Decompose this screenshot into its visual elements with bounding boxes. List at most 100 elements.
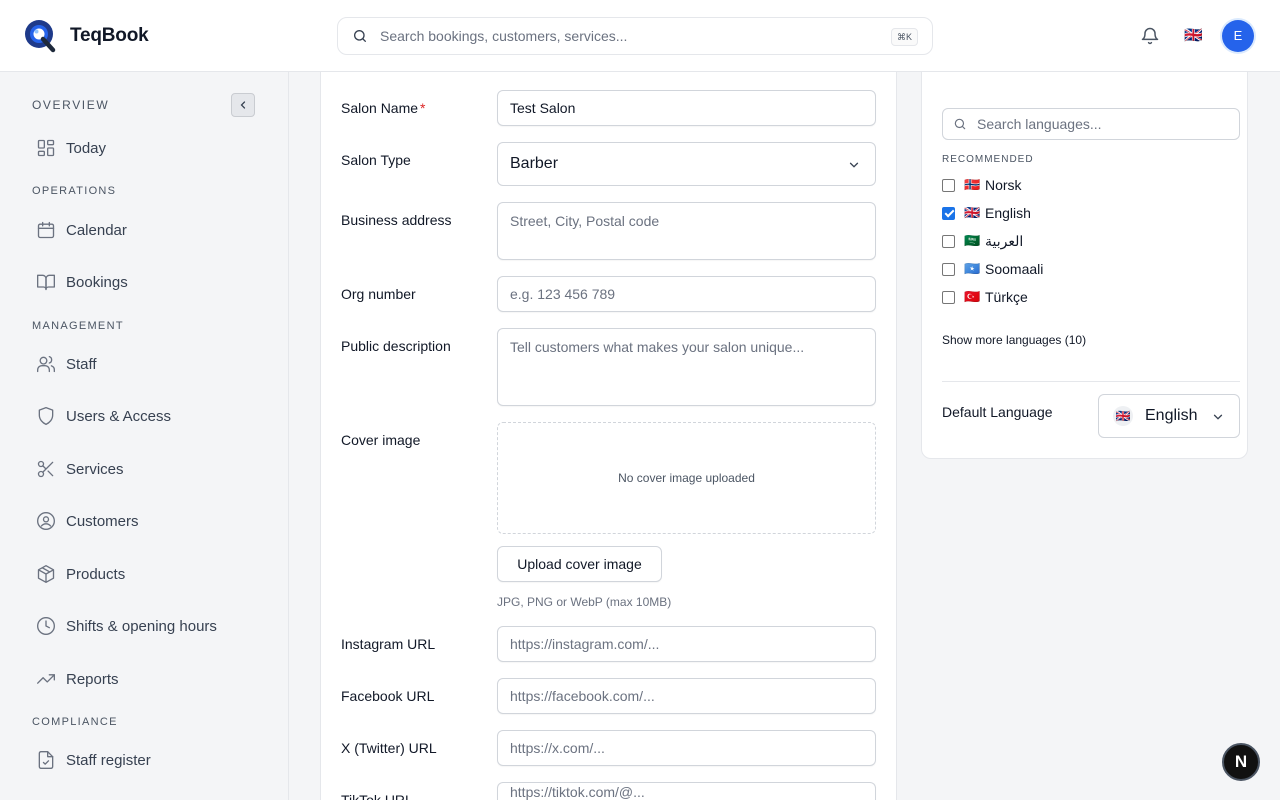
cover-image-dropzone[interactable]: No cover image uploaded	[497, 422, 876, 534]
default-language-select[interactable]: 🇬🇧 English	[1098, 394, 1240, 438]
sidebar-item-today[interactable]: Today	[36, 136, 106, 160]
flag-icon: 🇸🇴	[964, 261, 981, 276]
language-option-english[interactable]: 🇬🇧 English	[942, 205, 1031, 221]
language-search-input[interactable]	[977, 116, 1227, 132]
chevron-down-icon	[849, 162, 859, 168]
sidebar-section-overview: OVERVIEW	[32, 98, 110, 112]
org-number-label: Org number	[341, 286, 416, 302]
sidebar-item-label: Services	[66, 460, 124, 478]
language-option-turkish[interactable]: 🇹🇷 Türkçe	[942, 289, 1028, 305]
public-description-field[interactable]	[497, 328, 876, 406]
sidebar-item-label: Staff	[66, 355, 97, 373]
sidebar-item-label: Calendar	[66, 221, 127, 239]
users-icon	[37, 356, 56, 373]
default-language-value: English	[1145, 407, 1198, 424]
instagram-url-input[interactable]	[497, 626, 876, 662]
sidebar-item-shifts[interactable]: Shifts & opening hours	[36, 614, 217, 638]
dev-tools-badge[interactable]: N	[1222, 743, 1260, 781]
sidebar-item-customers[interactable]: Customers	[36, 509, 139, 533]
salon-name-input[interactable]	[497, 90, 876, 126]
sidebar-collapse-button[interactable]	[231, 93, 255, 117]
language-option-somali[interactable]: 🇸🇴 Soomaali	[942, 261, 1043, 277]
global-search[interactable]: ⌘K	[337, 17, 933, 55]
user-avatar[interactable]: E	[1222, 20, 1254, 52]
upload-cover-image-button[interactable]: Upload cover image	[497, 546, 662, 582]
tiktok-url-label: TikTok URL	[341, 792, 413, 800]
clock-icon	[37, 617, 55, 635]
business-address-field[interactable]	[497, 202, 876, 260]
sidebar-section-operations: OPERATIONS	[32, 185, 117, 197]
cover-image-empty-text: No cover image uploaded	[618, 471, 755, 485]
file-check-icon	[38, 751, 54, 769]
language-search[interactable]	[942, 108, 1240, 140]
sidebar-item-label: Products	[66, 565, 126, 583]
top-header: TeqBook ⌘K 🇬🇧 E	[0, 0, 1280, 72]
sidebar-item-staff-register[interactable]: Staff register	[36, 748, 151, 772]
divider	[942, 381, 1240, 382]
global-search-input[interactable]	[380, 28, 860, 44]
language-name: English	[985, 205, 1031, 221]
flag-icon: 🇬🇧	[1113, 406, 1133, 426]
language-name: Norsk	[985, 177, 1022, 193]
scissors-icon	[37, 460, 54, 478]
business-address-label: Business address	[341, 212, 452, 228]
package-icon	[37, 565, 55, 583]
sidebar-item-label: Users & Access	[66, 407, 172, 425]
sidebar-item-users-access[interactable]: Users & Access	[36, 404, 171, 428]
trending-up-icon	[37, 674, 55, 684]
language-checkbox[interactable]	[942, 178, 955, 192]
sidebar-item-products[interactable]: Products	[36, 562, 125, 586]
search-icon	[354, 30, 366, 42]
language-flag-button[interactable]: 🇬🇧	[1184, 28, 1203, 44]
org-number-input[interactable]	[497, 276, 876, 312]
sidebar-section-management: MANAGEMENT	[32, 320, 124, 332]
salon-type-select[interactable]: Barber	[497, 142, 876, 186]
public-description-label: Public description	[341, 338, 451, 354]
salon-type-label: Salon Type	[341, 152, 411, 168]
sidebar-item-label: Shifts & opening hours	[66, 617, 217, 635]
sidebar-item-label: Today	[66, 139, 107, 157]
chevron-down-icon	[1213, 414, 1223, 420]
language-checkbox[interactable]	[942, 290, 955, 304]
sidebar-item-label: Staff register	[66, 751, 151, 769]
language-option-arabic[interactable]: 🇸🇦 العربية	[942, 233, 1023, 249]
cover-image-hint: JPG, PNG or WebP (max 10MB)	[497, 595, 672, 609]
sidebar-item-calendar[interactable]: Calendar	[36, 218, 127, 242]
flag-icon: 🇳🇴	[964, 177, 981, 192]
app-logo[interactable]: TeqBook	[24, 19, 149, 53]
sidebar-section-compliance: COMPLIANCE	[32, 716, 118, 728]
sidebar-item-label: Reports	[66, 670, 119, 688]
salon-name-label-text: Salon Name	[341, 100, 419, 116]
logo-icon	[25, 20, 56, 53]
sidebar-item-services[interactable]: Services	[36, 457, 124, 481]
sidebar-item-bookings[interactable]: Bookings	[36, 270, 128, 294]
sidebar-item-label: Customers	[66, 512, 139, 530]
instagram-url-label: Instagram URL	[341, 636, 436, 652]
sidebar-item-reports[interactable]: Reports	[36, 667, 119, 691]
shield-icon	[38, 407, 54, 425]
language-checkbox[interactable]	[942, 234, 955, 248]
keyboard-shortcut-badge: ⌘K	[890, 28, 918, 46]
twitter-url-input[interactable]	[497, 730, 876, 766]
app-name: TeqBook	[70, 25, 149, 46]
bell-icon[interactable]	[1140, 26, 1160, 46]
cover-image-label: Cover image	[341, 432, 421, 448]
salon-name-label: Salon Name *	[341, 100, 426, 116]
sidebar-item-staff[interactable]: Staff	[36, 352, 97, 376]
flag-icon: 🇸🇦	[964, 233, 981, 248]
user-circle-icon	[37, 512, 55, 530]
language-option-norsk[interactable]: 🇳🇴 Norsk	[942, 177, 1022, 193]
chevron-left-icon	[240, 101, 246, 109]
facebook-url-input[interactable]	[497, 678, 876, 714]
book-open-icon	[37, 274, 55, 291]
show-more-languages-button[interactable]: Show more languages (10)	[942, 333, 1086, 347]
language-name: العربية	[985, 232, 1024, 249]
tiktok-url-input[interactable]	[497, 782, 876, 800]
dashboard-icon	[37, 139, 55, 157]
calendar-icon	[37, 221, 55, 239]
flag-icon: 🇬🇧	[964, 205, 981, 220]
language-name: Türkçe	[985, 289, 1028, 305]
language-checkbox[interactable]	[942, 262, 955, 276]
language-checkbox[interactable]	[942, 206, 955, 220]
default-language-label: Default Language	[942, 404, 1053, 420]
